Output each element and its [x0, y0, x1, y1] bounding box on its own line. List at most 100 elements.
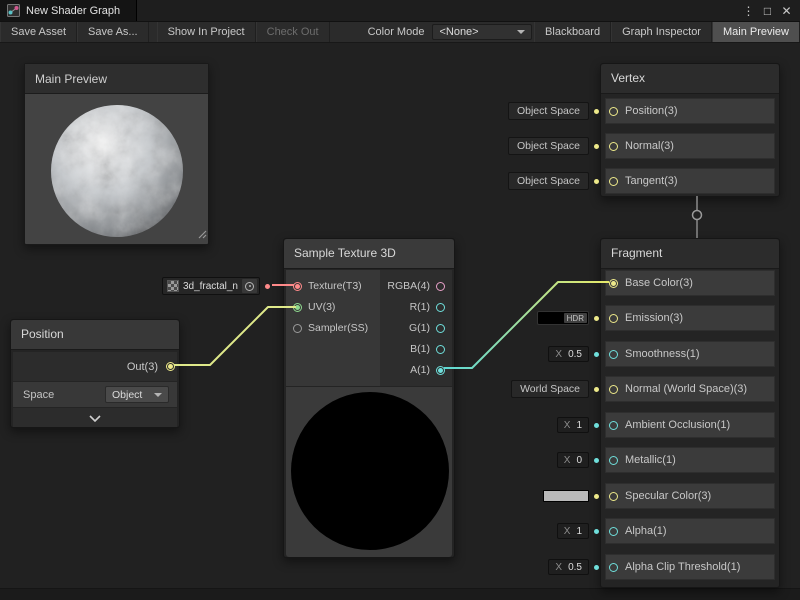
- tangent-space-pill[interactable]: Object Space: [508, 172, 589, 190]
- position-out-row: Out(3): [13, 352, 177, 381]
- tab-title: New Shader Graph: [26, 5, 120, 17]
- chevron-down-icon: [154, 393, 162, 397]
- port-dot: [594, 423, 599, 428]
- position-node-title: Position: [11, 320, 179, 350]
- show-in-project-button[interactable]: Show In Project: [157, 22, 256, 42]
- specular-color-input-port[interactable]: [609, 492, 618, 501]
- texture-object-field[interactable]: 3d_fractal_n: [162, 277, 260, 295]
- port-dot: [594, 144, 599, 149]
- rgba-output-row: RGBA(4): [380, 276, 452, 296]
- uv-input-port[interactable]: [293, 303, 302, 312]
- window-controls: ⋮ □ ✕: [739, 0, 800, 21]
- blackboard-button[interactable]: Blackboard: [534, 22, 611, 42]
- normal-world-input-port[interactable]: [609, 385, 618, 394]
- b-output-port[interactable]: [436, 345, 445, 354]
- metallic-field[interactable]: X 0: [557, 452, 589, 468]
- maximize-icon[interactable]: □: [758, 0, 777, 22]
- main-preview-panel[interactable]: Main Preview: [24, 63, 209, 245]
- texture-input-port[interactable]: [293, 282, 302, 291]
- check-out-button: Check Out: [256, 22, 330, 42]
- graph-canvas[interactable]: Main Preview: [0, 43, 800, 600]
- out-output-port[interactable]: [166, 362, 175, 371]
- position-node[interactable]: Position Out(3) Space Object: [10, 319, 180, 428]
- space-dropdown-value: Object: [112, 389, 142, 401]
- smoothness-input-port[interactable]: [609, 350, 618, 359]
- sampler-input-row: Sampler(SS): [286, 318, 380, 338]
- vertex-node[interactable]: Vertex Object Space Position(3) Object S…: [600, 63, 780, 197]
- shader-graph-window: New Shader Graph ⋮ □ ✕ Save Asset Save A…: [0, 0, 800, 600]
- save-as-button[interactable]: Save As...: [77, 22, 149, 42]
- main-preview-viewport[interactable]: [25, 94, 208, 245]
- base-color-input-port[interactable]: [609, 279, 618, 288]
- a-output-port[interactable]: [436, 366, 445, 375]
- color-mode-dropdown[interactable]: <None>: [432, 24, 532, 40]
- canvas-bottom-edge: [0, 588, 800, 600]
- preview-sphere: [25, 94, 208, 245]
- port-dot: [594, 109, 599, 114]
- vertex-fragment-link-handle: [693, 211, 702, 220]
- tangent-input-port[interactable]: [609, 177, 618, 186]
- ambient-occlusion-field[interactable]: X 1: [557, 417, 589, 433]
- main-preview-title: Main Preview: [25, 64, 208, 94]
- sampler-input-port[interactable]: [293, 324, 302, 333]
- sample-inputs-panel: 3d_fractal_n Texture(T3) UV(3) Sampler(S…: [286, 270, 380, 386]
- window-tab[interactable]: New Shader Graph: [0, 0, 137, 21]
- chevron-down-icon: [517, 30, 525, 34]
- port-dot: [594, 565, 599, 570]
- vertex-row-position: Object Space Position(3): [605, 98, 775, 124]
- sample-texture-3d-title: Sample Texture 3D: [284, 239, 454, 269]
- collapse-chevron-icon[interactable]: [89, 409, 101, 427]
- alpha-clip-input-port[interactable]: [609, 563, 618, 572]
- smoothness-field[interactable]: X 0.5: [548, 346, 589, 362]
- save-asset-button[interactable]: Save Asset: [0, 22, 77, 42]
- specular-color-field[interactable]: [543, 490, 589, 502]
- r-output-row: R(1): [380, 297, 452, 317]
- fragment-node-title: Fragment: [601, 239, 779, 269]
- position-space-pill[interactable]: Object Space: [508, 102, 589, 120]
- g-output-port[interactable]: [436, 324, 445, 333]
- vertex-row-normal: Object Space Normal(3): [605, 133, 775, 159]
- port-dot: [594, 458, 599, 463]
- port-dot: [594, 494, 599, 499]
- fragment-row-alpha: X 1 Alpha(1): [605, 518, 775, 544]
- main-preview-button[interactable]: Main Preview: [712, 22, 800, 42]
- normal-input-port[interactable]: [609, 142, 618, 151]
- metallic-input-port[interactable]: [609, 456, 618, 465]
- port-dot: [594, 352, 599, 357]
- vertex-node-title: Vertex: [601, 64, 779, 94]
- hdr-badge: HDR: [564, 313, 587, 323]
- b-output-row: B(1): [380, 339, 452, 359]
- fragment-row-base-color: Base Color(3): [605, 270, 775, 296]
- port-dot: [594, 316, 599, 321]
- toolbar: Save Asset Save As... Show In Project Ch…: [0, 22, 800, 43]
- alpha-field[interactable]: X 1: [557, 523, 589, 539]
- sample-texture-3d-node[interactable]: Sample Texture 3D 3d_fractal_n Texture(T…: [283, 238, 455, 558]
- ambient-occlusion-input-port[interactable]: [609, 421, 618, 430]
- port-dot: [594, 179, 599, 184]
- emission-color-field[interactable]: HDR: [537, 311, 589, 325]
- graph-inspector-button[interactable]: Graph Inspector: [611, 22, 712, 42]
- fragment-row-specular-color: Specular Color(3): [605, 483, 775, 509]
- rgba-output-port[interactable]: [436, 282, 445, 291]
- r-output-port[interactable]: [436, 303, 445, 312]
- node-preview: [286, 387, 452, 557]
- fragment-row-alpha-clip: X 0.5 Alpha Clip Threshold(1): [605, 554, 775, 580]
- alpha-clip-field[interactable]: X 0.5: [548, 559, 589, 575]
- position-space-row: Space Object: [13, 382, 177, 407]
- normal-space-pill[interactable]: Object Space: [508, 137, 589, 155]
- port-dot: [594, 529, 599, 534]
- object-picker-icon[interactable]: [242, 279, 257, 293]
- sample-outputs-panel: RGBA(4) R(1) G(1) B(1) A(1): [380, 270, 452, 386]
- fragment-node[interactable]: Fragment Base Color(3) HDR Emission(3): [600, 238, 780, 588]
- window-menu-icon[interactable]: ⋮: [739, 0, 758, 22]
- resize-handle[interactable]: [197, 226, 207, 244]
- position-collapse-row: [13, 408, 177, 427]
- fragment-row-ambient-occlusion: X 1 Ambient Occlusion(1): [605, 412, 775, 438]
- fragment-row-smoothness: X 0.5 Smoothness(1): [605, 341, 775, 367]
- normal-space-pill[interactable]: World Space: [511, 380, 589, 398]
- space-dropdown[interactable]: Object: [105, 386, 169, 403]
- alpha-input-port[interactable]: [609, 527, 618, 536]
- emission-input-port[interactable]: [609, 314, 618, 323]
- close-icon[interactable]: ✕: [777, 0, 796, 22]
- position-input-port[interactable]: [609, 107, 618, 116]
